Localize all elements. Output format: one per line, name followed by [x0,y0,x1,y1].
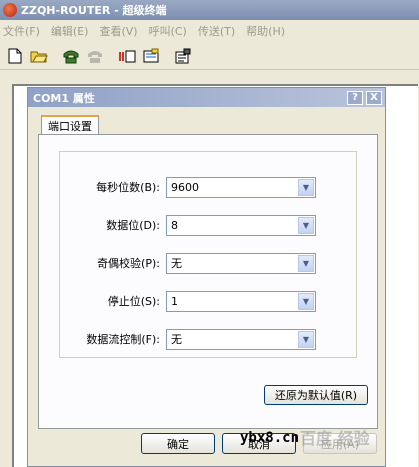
menu-transfer[interactable]: 传送(T) [198,23,235,39]
toolbar [0,42,419,70]
tab-panel: 每秒位数(B): 9600 ▼ 数据位(D): 8 ▼ 奇偶校验(P): 无 ▼ [38,134,378,429]
menu-view[interactable]: 查看(V) [99,23,137,39]
help-button[interactable]: ? [347,90,363,105]
watermark-text: ybx8.cn [240,430,300,446]
field-baud-rate: 每秒位数(B): 9600 ▼ [60,176,358,198]
parity-value: 无 [171,257,182,270]
disconnect-icon[interactable] [84,45,106,67]
app-title: ZZQH-ROUTER - 超级终端 [21,4,167,17]
flow-control-select[interactable]: 无 ▼ [166,328,316,350]
chevron-down-icon[interactable]: ▼ [298,330,314,348]
baud-rate-select[interactable]: 9600 ▼ [166,176,316,198]
parity-select[interactable]: 无 ▼ [166,252,316,274]
send-receive-icon[interactable] [116,45,138,67]
tab-port-settings[interactable]: 端口设置 [41,115,99,135]
app-titlebar: ZZQH-ROUTER - 超级终端 [0,0,419,20]
stop-bits-select[interactable]: 1 ▼ [166,290,316,312]
field-stop-bits: 停止位(S): 1 ▼ [60,290,358,312]
field-flow-control: 数据流控制(F): 无 ▼ [60,328,358,350]
app-icon [3,3,17,17]
restore-defaults-button[interactable]: 还原为默认值(R) [264,385,368,405]
settings-group: 每秒位数(B): 9600 ▼ 数据位(D): 8 ▼ 奇偶校验(P): 无 ▼ [59,151,357,358]
watermark-logo: 百度 经验 [300,429,370,448]
chevron-down-icon[interactable]: ▼ [298,254,314,272]
properties-icon[interactable] [172,45,194,67]
baud-rate-value: 9600 [171,180,199,194]
flow-control-value: 无 [171,333,182,346]
field-data-bits: 数据位(D): 8 ▼ [60,214,358,236]
baud-rate-label: 每秒位数(B): [96,181,160,194]
menubar: 文件(F) 编辑(E) 查看(V) 呼叫(C) 传送(T) 帮助(H) [0,20,419,42]
menu-help[interactable]: 帮助(H) [246,23,285,39]
chevron-down-icon[interactable]: ▼ [298,178,314,196]
dialog-title: COM1 属性 [33,91,95,105]
stop-bits-label: 停止位(S): [107,295,160,308]
chevron-down-icon[interactable]: ▼ [298,292,314,310]
data-bits-value: 8 [171,218,178,232]
capture-icon[interactable] [140,45,162,67]
dialog-titlebar[interactable]: COM1 属性 ? X [28,88,385,107]
menu-file[interactable]: 文件(F) [3,23,40,39]
menu-call[interactable]: 呼叫(C) [149,23,187,39]
parity-label: 奇偶校验(P): [97,257,160,270]
stop-bits-value: 1 [171,294,178,308]
chevron-down-icon[interactable]: ▼ [298,216,314,234]
phone-icon[interactable] [60,45,82,67]
com1-properties-dialog: COM1 属性 ? X 端口设置 每秒位数(B): 9600 ▼ 数据位(D):… [27,87,386,467]
close-button[interactable]: X [366,90,382,105]
ok-button[interactable]: 确定 [141,433,215,454]
data-bits-select[interactable]: 8 ▼ [166,214,316,236]
new-icon[interactable] [4,45,26,67]
flow-control-label: 数据流控制(F): [86,333,160,346]
open-icon[interactable] [28,45,50,67]
menu-edit[interactable]: 编辑(E) [51,23,89,39]
field-parity: 奇偶校验(P): 无 ▼ [60,252,358,274]
data-bits-label: 数据位(D): [106,219,160,232]
